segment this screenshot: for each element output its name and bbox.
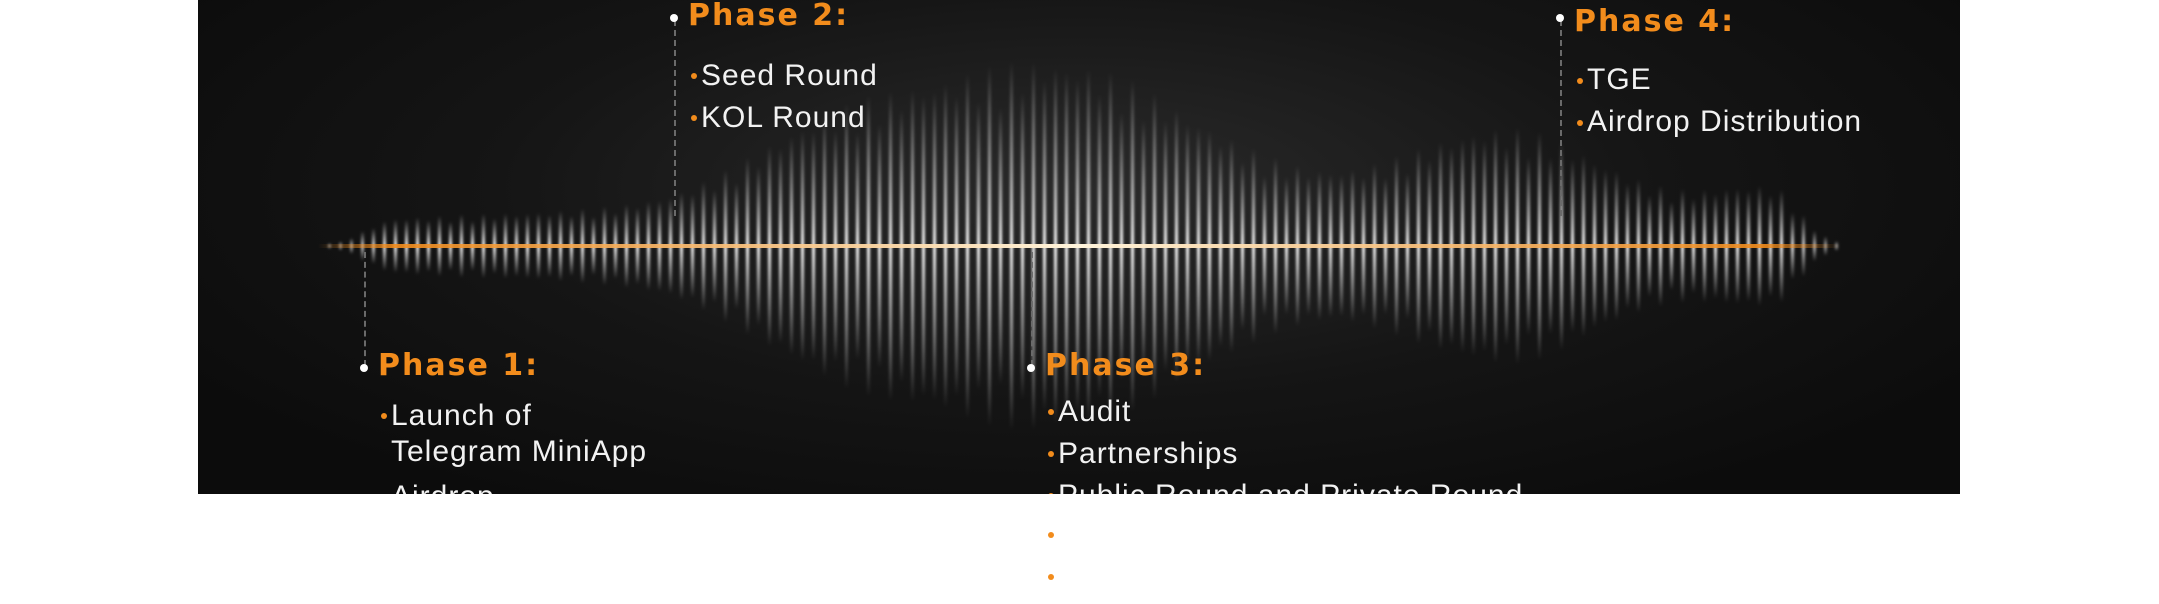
phase-1-item-1: Launch of — [391, 399, 532, 432]
phase-2-bullet-2 — [691, 115, 697, 121]
phase-2-bullet-1 — [691, 73, 697, 79]
phase-4-item-2: Airdrop Distribution — [1587, 105, 1863, 138]
phase-1-bullet-1 — [381, 413, 387, 419]
phase-3-item-3: Public Round and Private Round — [1058, 478, 1523, 494]
phase-3-node — [1027, 364, 1035, 372]
phase-3-overflow-bullet-4 — [1048, 532, 1054, 538]
phase-3-title: Phase 3: — [1045, 348, 1207, 383]
phase-3-bullet-3 — [1048, 493, 1054, 494]
phase-3-bullet-2 — [1048, 451, 1054, 457]
phase-4-item-1: TGE — [1587, 63, 1652, 96]
phase-2-item-1: Seed Round — [701, 59, 878, 92]
phase-4-title: Phase 4: — [1574, 4, 1736, 39]
phase-3-bullet-1 — [1048, 409, 1054, 415]
phase-1-item-2: Telegram MiniApp — [391, 435, 648, 468]
phase-1-node — [360, 364, 368, 372]
phase-2-item-2: KOL Round — [701, 101, 866, 134]
phase-2-title: Phase 2: — [688, 0, 850, 33]
phase-1-title: Phase 1: — [378, 348, 540, 383]
phase-2-connector — [674, 20, 676, 216]
phase-3-connector — [1031, 252, 1033, 366]
phase-4-connector — [1560, 20, 1562, 216]
phase-4-bullet-2 — [1577, 120, 1583, 126]
phase-3-item-2: Partnerships — [1058, 437, 1239, 470]
phase-4-node — [1556, 14, 1564, 22]
wave-center-line — [318, 244, 1840, 248]
phase-3-item-1: Audit — [1058, 395, 1132, 428]
phase-4-bullet-1 — [1577, 78, 1583, 84]
phase-3-overflow-bullet-5 — [1048, 574, 1054, 580]
phase-1-item-3: Airdrop — [391, 479, 495, 494]
phase-1-connector — [364, 252, 366, 366]
phase-2-node — [670, 14, 678, 22]
roadmap-panel: Phase 1: Launch of Telegram MiniApp Aird… — [198, 0, 1960, 494]
